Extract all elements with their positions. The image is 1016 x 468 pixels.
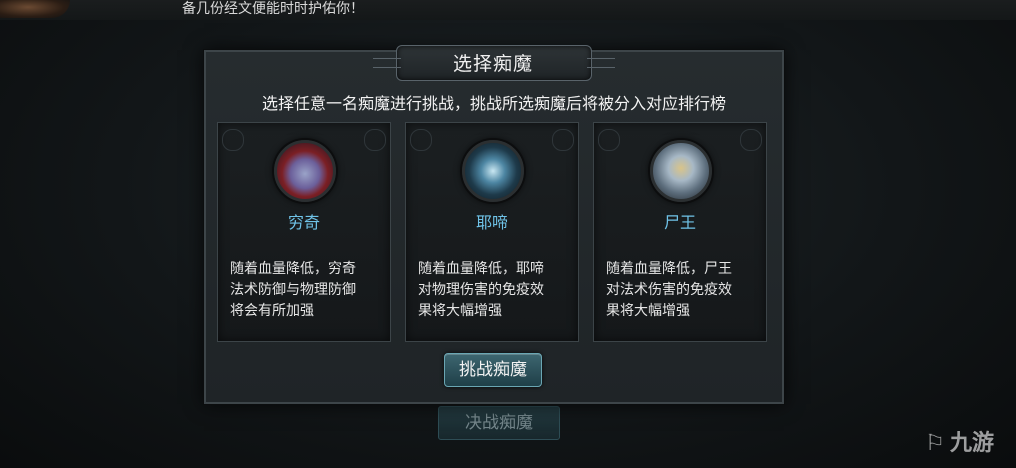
demon-name: 耶啼 — [475, 213, 508, 232]
shiwang-portrait-icon — [650, 140, 712, 202]
qiongqi-portrait-icon — [274, 140, 336, 202]
demon-description: 随着血量降低，尸王 对法术伤害的免疫效 果将大幅增强 — [606, 261, 732, 319]
demon-card-qiongqi[interactable]: 穷奇 随着血量降低，穷奇 法术防御与物理防御 将会有所加强 — [217, 122, 391, 342]
dialog-subtitle: 选择任意一名痴魔进行挑战，挑战所选痴魔后将被分入对应排行榜 — [261, 94, 726, 113]
ornament-icon — [740, 129, 762, 151]
yeti-portrait-icon — [462, 140, 524, 202]
watermark-text: 九游 — [950, 431, 995, 456]
banner-text: 备几份经文便能时时护佑你！ — [182, 1, 364, 17]
top-banner: 备几份经文便能时时护佑你！ — [0, 0, 1016, 20]
character-portrait-icon — [0, 0, 70, 18]
demon-description: 随着血量降低，耶啼 对物理伤害的免疫效 果将大幅增强 — [418, 261, 544, 319]
final-battle-button[interactable]: 决战痴魔 — [438, 406, 560, 440]
challenge-demon-button[interactable]: 挑战痴魔 — [444, 353, 542, 387]
demon-name: 尸王 — [663, 213, 696, 232]
demon-card-shiwang[interactable]: 尸王 随着血量降低，尸王 对法术伤害的免疫效 果将大幅增强 — [593, 122, 767, 342]
ornament-icon — [598, 129, 620, 151]
demon-name: 穷奇 — [287, 213, 320, 232]
ornament-icon — [410, 129, 432, 151]
ornament-icon — [364, 129, 386, 151]
ornament-icon — [552, 129, 574, 151]
demon-card-yeti[interactable]: 耶啼 随着血量降低，耶啼 对物理伤害的免疫效 果将大幅增强 — [405, 122, 579, 342]
jiuyou-logo-icon: ⚐ — [925, 431, 945, 456]
ornament-icon — [222, 129, 244, 151]
dialog-title: 选择痴魔 — [452, 53, 533, 75]
demon-description: 随着血量降低，穷奇 法术防御与物理防御 将会有所加强 — [230, 261, 356, 319]
watermark: ⚐ 九游 — [924, 428, 1010, 460]
